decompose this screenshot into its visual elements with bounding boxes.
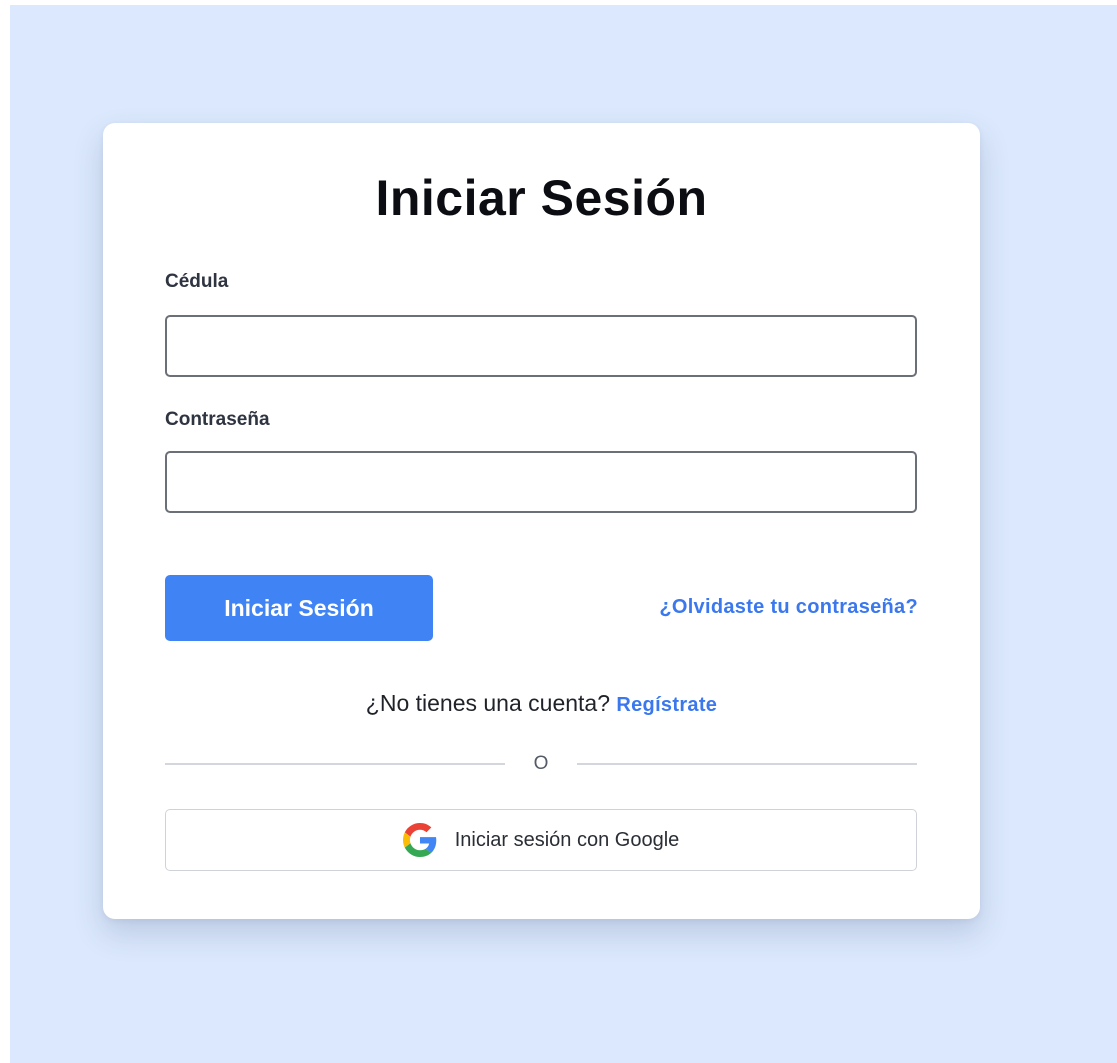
or-divider: O (165, 751, 917, 777)
page-title: Iniciar Sesión (375, 170, 708, 226)
login-card: Iniciar Sesión Cédula Contraseña Iniciar… (103, 123, 980, 919)
login-button[interactable]: Iniciar Sesión (165, 575, 433, 641)
signup-link[interactable]: Regístrate (616, 694, 717, 716)
google-signin-label: Iniciar sesión con Google (454, 828, 680, 851)
password-input[interactable] (165, 451, 917, 513)
signup-row: ¿No tienes una cuenta? Regístrate (103, 689, 980, 719)
cedula-label: Cédula (165, 271, 229, 292)
signup-prompt: ¿No tienes una cuenta? (365, 690, 610, 716)
cedula-input[interactable] (165, 315, 917, 377)
google-icon (402, 823, 436, 857)
google-signin-button[interactable]: Iniciar sesión con Google (165, 809, 917, 871)
password-label: Contraseña (165, 409, 270, 430)
forgot-password-link[interactable]: ¿Olvidaste tu contraseña? (659, 595, 918, 619)
divider-line-right (577, 763, 917, 765)
